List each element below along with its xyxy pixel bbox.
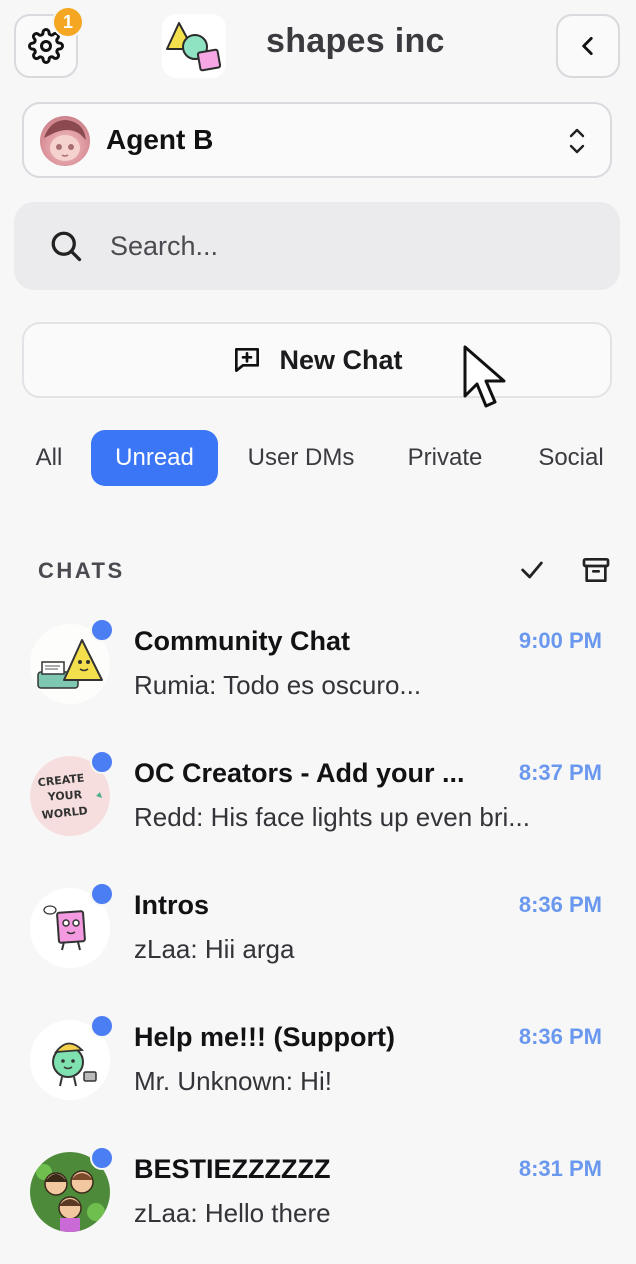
- shapes-logo-icon: [166, 22, 222, 72]
- chat-list-item[interactable]: Community Chat 9:00 PM Rumia: Todo es os…: [0, 618, 636, 728]
- chat-time: 8:37 PM: [518, 760, 602, 785]
- mouse-pointer-icon: [463, 345, 506, 408]
- tab-private[interactable]: Private: [392, 430, 498, 486]
- chat-name: Intros: [134, 890, 210, 920]
- app-logo: [162, 14, 226, 78]
- unread-indicator: [90, 750, 114, 774]
- tab-user-dms[interactable]: User DMs: [234, 430, 368, 486]
- chat-preview: zLaa: Hello there: [134, 1198, 331, 1228]
- chat-time: 8:36 PM: [518, 892, 602, 917]
- new-chat-label: New Chat: [279, 344, 403, 375]
- chat-list-item[interactable]: Help me!!! (Support) 8:36 PM Mr. Unknown…: [0, 1014, 636, 1124]
- notification-badge: 1: [52, 6, 84, 38]
- chats-section-header: CHATS: [0, 556, 636, 586]
- search-icon: [51, 231, 82, 262]
- archive-icon: [582, 558, 610, 582]
- archive-button[interactable]: [580, 554, 612, 591]
- agent-selector[interactable]: Agent B: [22, 102, 612, 178]
- chat-name: Help me!!! (Support): [134, 1022, 395, 1052]
- tab-social[interactable]: Social: [526, 430, 616, 486]
- check-icon: [521, 561, 543, 579]
- chat-name: BESTIEZZZZZZ: [134, 1154, 331, 1184]
- chat-list-item[interactable]: Intros 8:36 PM zLaa: Hii arga: [0, 882, 636, 992]
- chevron-left-icon: [582, 37, 593, 55]
- chevron-up-down-icon: [569, 128, 585, 154]
- chat-time: 8:31 PM: [518, 1156, 602, 1181]
- chat-preview: Rumia: Todo es oscuro...: [134, 670, 422, 700]
- app-header: 1 shapes inc: [0, 0, 636, 92]
- chat-preview: Mr. Unknown: Hi!: [134, 1066, 332, 1096]
- chat-preview: Redd: His face lights up even bri...: [134, 802, 530, 832]
- chat-time: 8:36 PM: [518, 1024, 602, 1049]
- mark-all-read-button[interactable]: [518, 556, 546, 589]
- new-chat-button[interactable]: New Chat: [22, 322, 612, 398]
- message-plus-icon: [235, 348, 260, 372]
- unread-indicator: [90, 882, 114, 906]
- unread-indicator: [90, 1146, 114, 1170]
- unread-indicator: [90, 618, 114, 642]
- agent-name: Agent B: [106, 124, 214, 155]
- chat-time: 9:00 PM: [518, 628, 602, 653]
- tab-unread[interactable]: Unread: [91, 430, 218, 486]
- app-title: shapes inc: [266, 22, 445, 60]
- tab-all[interactable]: All: [18, 430, 80, 486]
- agent-avatar: [40, 116, 90, 166]
- chat-name: Community Chat: [134, 626, 350, 656]
- search-input[interactable]: [110, 226, 590, 266]
- svg-text:YOUR: YOUR: [46, 788, 83, 803]
- unread-indicator: [90, 1014, 114, 1038]
- collapse-sidebar-button[interactable]: [556, 14, 620, 78]
- chat-list-item[interactable]: CREATE YOUR WORLD OC Creators - Add your…: [0, 750, 636, 860]
- chats-title: CHATS: [38, 558, 125, 583]
- chat-name: OC Creators - Add your ...: [134, 758, 465, 788]
- chat-list-item[interactable]: BESTIEZZZZZZ 8:31 PM zLaa: Hello there: [0, 1146, 636, 1256]
- filter-tabs: All Unread User DMs Private Social: [0, 430, 636, 486]
- chat-preview: zLaa: Hii arga: [134, 934, 295, 964]
- search-bar[interactable]: [14, 202, 620, 290]
